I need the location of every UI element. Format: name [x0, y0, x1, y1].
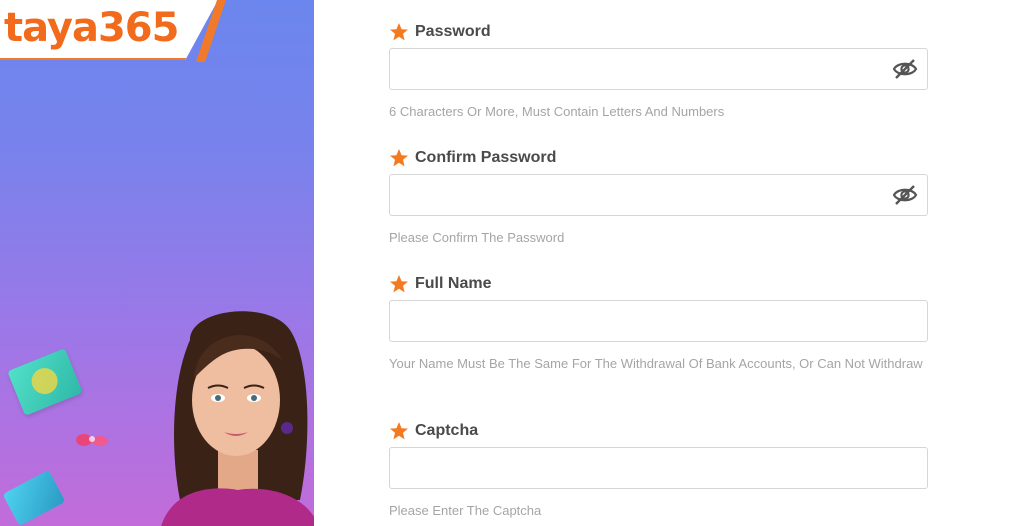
confirm-password-label: Confirm Password: [415, 149, 557, 166]
confirm-password-input[interactable]: [390, 175, 927, 215]
full-name-label-row: Full Name: [389, 274, 929, 294]
captcha-label: Captcha: [415, 422, 479, 439]
full-name-field: Full Name Your Name Must Be The Same For…: [389, 274, 929, 375]
logo-container: taya365: [0, 0, 218, 60]
required-star-icon: [390, 23, 408, 41]
eye-slash-icon[interactable]: [891, 183, 919, 207]
password-hint: 6 Characters Or More, Must Contain Lette…: [389, 104, 725, 119]
captcha-label-row: Captcha: [389, 421, 929, 441]
brand-logo: taya365: [4, 5, 179, 51]
password-label-row: Password: [389, 22, 929, 42]
captcha-input-box: [389, 447, 928, 489]
full-name-hint: Your Name Must Be The Same For The Withd…: [389, 356, 923, 371]
confirm-password-label-row: Confirm Password: [389, 148, 929, 168]
required-star-icon: [390, 422, 408, 440]
password-input[interactable]: [390, 49, 927, 89]
captcha-hint: Please Enter The Captcha: [389, 503, 542, 518]
password-label: Password: [415, 23, 491, 40]
captcha-input[interactable]: [390, 448, 927, 488]
model-portrait-image: [161, 311, 314, 526]
required-star-icon: [390, 149, 408, 167]
confirm-password-hint: Please Confirm The Password: [389, 230, 565, 245]
password-input-box: [389, 48, 928, 90]
decorative-card-icon: [7, 348, 83, 416]
full-name-input[interactable]: [390, 301, 927, 341]
confirm-password-field: Confirm Password Please Confirm The Pass…: [389, 148, 929, 249]
promo-panel: taya365: [0, 0, 314, 526]
captcha-field: Captcha Please Enter The Captcha: [389, 421, 929, 522]
required-star-icon: [390, 275, 408, 293]
decorative-chip-icon: [2, 469, 66, 526]
full-name-label: Full Name: [415, 275, 492, 292]
confirm-password-input-box: [389, 174, 928, 216]
full-name-input-box: [389, 300, 928, 342]
eye-slash-icon[interactable]: [891, 57, 919, 81]
password-field: Password 6 Characters Or More, Must Cont…: [389, 22, 929, 123]
decorative-candy-icon: [76, 434, 108, 446]
